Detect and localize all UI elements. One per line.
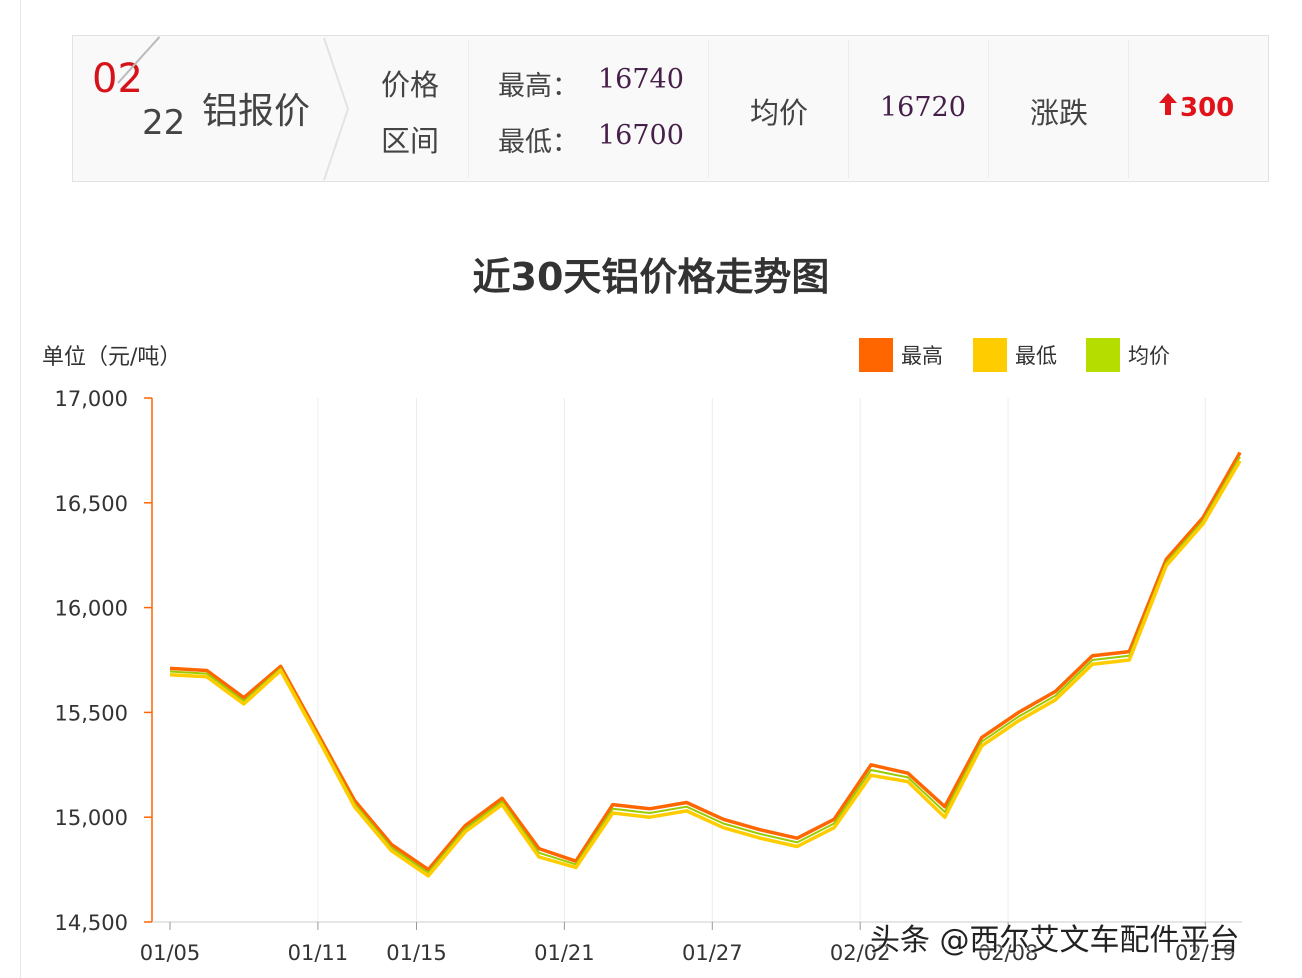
x-tick-label: 01/05 [140,941,201,965]
y-tick-label: 17,000 [55,387,128,411]
y-tick-label: 15,000 [55,806,128,830]
series-line-0 [169,451,1242,872]
y-tick-label: 16,000 [55,597,128,621]
watermark-text: 头条 @西尔艾文车配件平台 [870,923,1240,958]
y-tick-label: 14,500 [55,911,128,935]
x-tick-label: 01/15 [386,941,447,965]
price-trend-chart: 17,000 16,500 16,000 15,500 15,000 14,500 01/0… [55,387,1242,965]
x-tick-label: 01/11 [288,941,349,965]
y-tick-label: 16,500 [55,492,128,516]
y-tick-label: 15,500 [55,701,128,725]
x-tick-label: 01/21 [534,941,595,965]
x-tick-label: 01/27 [682,941,743,965]
